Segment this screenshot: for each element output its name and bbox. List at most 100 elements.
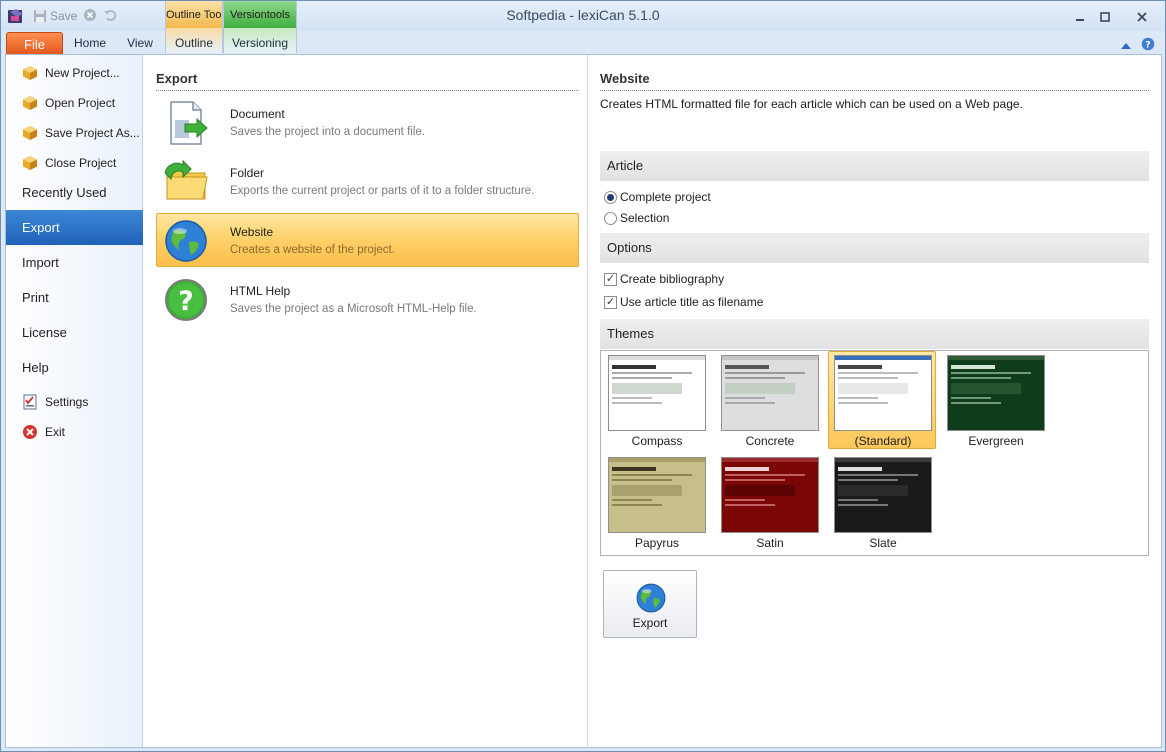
backstage-sidebar: New Project... Open Project Save Project…	[6, 55, 151, 747]
sidebar-item-import[interactable]: Import	[6, 245, 143, 280]
settings-checklist-icon	[22, 394, 38, 410]
tab-versioning[interactable]: Versioning	[223, 33, 297, 54]
ribbon-tabs: File Home View Outline Versioning ?	[1, 31, 1165, 55]
outline-tools-label: Outline Too...	[166, 1, 222, 28]
sidebar-item-exit[interactable]: Exit	[6, 417, 143, 447]
minimize-button[interactable]	[1068, 8, 1092, 26]
sidebar-item-settings[interactable]: Settings	[6, 387, 143, 417]
close-project-cube-icon	[22, 155, 38, 171]
sidebar-item-new-project[interactable]: New Project...	[6, 58, 143, 88]
website-panel-description: Creates HTML formatted file for each art…	[600, 97, 1023, 111]
checkbox-indicator: ✓	[604, 295, 617, 309]
svg-text:?: ?	[178, 286, 194, 317]
theme-preview	[608, 355, 706, 431]
theme-preview	[947, 355, 1045, 431]
themes-group-header: Themes	[600, 319, 1149, 349]
sidebar-item-close-project[interactable]: Close Project	[6, 148, 143, 178]
svg-text:?: ?	[1145, 41, 1150, 51]
checkbox-indicator: ✓	[604, 272, 617, 286]
export-item-name: Document	[230, 107, 285, 121]
backstage-view: New Project... Open Project Save Project…	[5, 54, 1162, 748]
theme-standard[interactable]: (Standard)	[828, 351, 936, 449]
website-settings-panel: Website Creates HTML formatted file for …	[589, 55, 1161, 747]
sidebar-item-recently-used[interactable]: Recently Used	[6, 175, 143, 210]
selection-radio[interactable]: Selection	[604, 211, 669, 225]
export-panel: Export Document Saves the project into a…	[143, 55, 588, 747]
undo-icon[interactable]	[103, 8, 117, 25]
sidebar-item-help[interactable]: Help	[6, 350, 143, 385]
close-window-button[interactable]	[1130, 8, 1154, 26]
theme-preview	[834, 355, 932, 431]
options-group-header: Options	[600, 233, 1149, 263]
export-item-desc: Saves the project into a document file.	[230, 126, 425, 138]
theme-concrete[interactable]: Concrete	[715, 351, 823, 449]
theme-label: (Standard)	[854, 434, 912, 448]
complete-project-radio[interactable]: Complete project	[604, 190, 711, 204]
create-bibliography-checkbox[interactable]: ✓ Create bibliography	[604, 272, 724, 286]
tab-home[interactable]: Home	[69, 33, 111, 54]
export-item-desc: Saves the project as a Microsoft HTML-He…	[230, 303, 477, 315]
theme-preview	[834, 457, 932, 533]
export-item-name: Folder	[230, 166, 265, 180]
theme-preview	[608, 457, 706, 533]
use-article-title-checkbox[interactable]: ✓ Use article title as filename	[604, 295, 763, 309]
save-button[interactable]: Save	[33, 9, 77, 23]
quick-access-toolbar: Save	[33, 7, 117, 25]
collapse-ribbon-icon[interactable]	[1121, 39, 1131, 53]
radio-indicator	[604, 211, 617, 225]
theme-label: Evergreen	[968, 434, 1024, 448]
help-icon[interactable]: ?	[1141, 37, 1155, 54]
export-item-name: HTML Help	[230, 284, 291, 298]
sidebar-item-save-project-as[interactable]: Save Project As...	[6, 118, 143, 148]
export-button-label: Export	[632, 616, 668, 630]
export-item-name: Website	[230, 225, 274, 239]
new-project-cube-icon	[22, 65, 38, 81]
theme-evergreen[interactable]: Evergreen	[941, 351, 1049, 449]
website-panel-title: Website	[600, 71, 650, 86]
close-circle-icon[interactable]	[83, 8, 97, 25]
theme-label: Compass	[631, 434, 683, 448]
tab-view[interactable]: View	[121, 33, 159, 54]
theme-satin[interactable]: Satin	[715, 453, 823, 551]
theme-label: Satin	[756, 536, 784, 550]
versiontools-label: Versiontools	[224, 1, 296, 28]
article-group-header: Article	[600, 151, 1149, 181]
export-item-desc: Exports the current project or parts of …	[230, 185, 535, 197]
globe-icon	[163, 218, 209, 264]
open-project-cube-icon	[22, 95, 38, 111]
sidebar-item-print[interactable]: Print	[6, 280, 143, 315]
theme-label: Papyrus	[634, 536, 680, 550]
exit-icon	[22, 424, 38, 440]
tab-file[interactable]: File	[6, 32, 63, 55]
theme-slate[interactable]: Slate	[828, 453, 936, 551]
floppy-disk-icon	[34, 10, 46, 22]
export-item-folder[interactable]: Folder Exports the current project or pa…	[156, 154, 579, 208]
export-button[interactable]: Export	[603, 570, 697, 638]
theme-label: Slate	[869, 536, 897, 550]
export-item-website[interactable]: Website Creates a website of the project…	[156, 213, 579, 267]
sidebar-item-license[interactable]: License	[6, 315, 143, 350]
globe-icon	[635, 582, 667, 614]
theme-preview	[721, 457, 819, 533]
maximize-icon	[1100, 12, 1110, 22]
themes-gallery: Compass Concrete (Standard) Evergreen Pa…	[600, 350, 1149, 556]
export-item-document[interactable]: Document Saves the project into a docume…	[156, 95, 579, 149]
tab-outline[interactable]: Outline	[165, 33, 223, 54]
minimize-icon	[1076, 19, 1084, 21]
help-question-icon: ?	[163, 277, 209, 323]
sidebar-item-open-project[interactable]: Open Project	[6, 88, 143, 118]
folder-export-icon	[163, 159, 209, 205]
maximize-button[interactable]	[1093, 8, 1117, 26]
export-item-html-help[interactable]: ? HTML Help Saves the project as a Micro…	[156, 272, 579, 326]
theme-papyrus[interactable]: Papyrus	[602, 453, 710, 551]
close-icon	[1137, 12, 1147, 22]
theme-compass[interactable]: Compass	[602, 351, 710, 449]
theme-preview	[721, 355, 819, 431]
lexican-app-icon[interactable]	[7, 7, 25, 25]
sidebar-item-export[interactable]: Export	[6, 210, 151, 245]
app-window: Save Softpedia - lexiCan 5.1.0 Outline T…	[0, 0, 1166, 752]
radio-indicator	[604, 190, 617, 204]
export-panel-title: Export	[156, 71, 198, 86]
theme-label: Concrete	[745, 434, 795, 448]
export-item-desc: Creates a website of the project.	[230, 244, 395, 256]
